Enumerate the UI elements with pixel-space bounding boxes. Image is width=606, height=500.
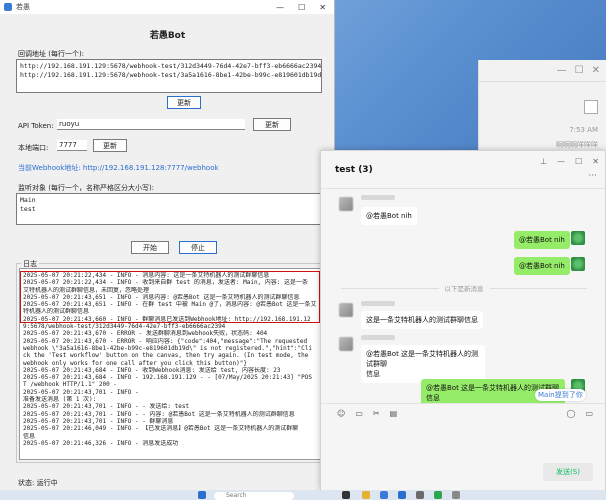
log-line: 信息 (23, 432, 36, 440)
more-options-icon[interactable]: ··· (588, 171, 597, 181)
avatar[interactable] (339, 197, 353, 211)
chat-message[interactable]: @若愚Bot nih (514, 231, 570, 249)
close-icon[interactable]: ✕ (319, 3, 326, 12)
mention-tip[interactable]: Main提到了你 (535, 389, 586, 401)
update-callback-button[interactable]: 更新 (167, 96, 201, 109)
update-port-button[interactable]: 更新 (93, 139, 127, 152)
sender-name (361, 301, 395, 306)
new-messages-divider: 以下是新消息 (341, 283, 587, 293)
background-app-button[interactable] (584, 100, 598, 114)
log-line: webhook \"3a5a1616-8be1-42be-b99c-e81960… (23, 344, 312, 352)
voice-call-icon[interactable]: ◯ (566, 409, 575, 418)
chat-message[interactable]: 这是一条艾特机器人的测试群聊信息 (361, 311, 483, 329)
background-app-snippet: 啊啊啊咩咩咩 (556, 141, 598, 149)
log-line: 2025-05-07 20:21:43,701 - INFO - (23, 388, 139, 396)
close-icon[interactable]: ✕ (592, 65, 600, 76)
monitor-objects-textarea[interactable]: Main test (16, 193, 322, 225)
maximize-icon[interactable]: ☐ (575, 65, 584, 76)
log-line: 2025-05-07 20:21:43,670 - ERROR - 响应内容: … (23, 337, 308, 345)
minimize-icon[interactable]: — (557, 157, 565, 166)
stop-button[interactable]: 停止 (179, 241, 217, 254)
callback-urls-textarea[interactable]: http://192.168.191.129:5678/webhook-test… (16, 59, 322, 93)
monitor-label: 监听对象 (每行一个，名称严格区分大小写): (18, 184, 155, 192)
chat-toolbar: ☺ ▭ ✂ ▤ (337, 409, 397, 418)
chat-history-icon[interactable]: ▤ (390, 409, 398, 418)
emoji-icon[interactable]: ☺ (337, 409, 345, 418)
api-token-input[interactable]: ruoyu (57, 119, 245, 130)
minimize-icon[interactable]: — (276, 3, 284, 12)
chat-message[interactable]: @若愚Bot 这是一条艾特机器人的测试群聊 信息 (361, 345, 485, 383)
log-line: 2025-05-07 20:21:43,684 - INFO - 收到Webho… (23, 366, 281, 374)
taskbar-app-icon[interactable] (398, 491, 406, 499)
start-button[interactable]: 开始 (131, 241, 169, 254)
avatar[interactable] (571, 231, 585, 245)
background-app-titlebar: — ☐ ✕ (479, 60, 606, 82)
taskbar-app-icon[interactable] (342, 491, 350, 499)
avatar[interactable] (339, 303, 353, 317)
update-token-button[interactable]: 更新 (253, 118, 291, 131)
pin-icon[interactable]: ⊥ (540, 157, 547, 166)
port-label: 本地端口: (18, 144, 49, 152)
bot-app-window: 若愚 — ☐ ✕ 若愚Bot 回调地址 (每行一个): http://192.168… (0, 0, 335, 492)
webhook-address-link[interactable]: 当前Webhook地址: http://192.168.191.128:7777… (18, 163, 219, 173)
status-text: 状态: 运行中 (18, 479, 58, 487)
folder-icon[interactable]: ▭ (355, 409, 363, 418)
scissors-icon[interactable]: ✂ (373, 409, 380, 418)
log-line: 9:5678/webhook-test/312d3449-76d4-42e7-b… (23, 323, 226, 331)
log-line: 2025-05-07 20:21:43,701 - INFO - - 发送给: … (23, 403, 190, 411)
taskbar-app-icon[interactable] (380, 491, 388, 499)
callback-label: 回调地址 (每行一个): (18, 50, 85, 58)
log-line: 2025-05-07 20:21:46,049 - INFO - 【已发送消息】… (23, 425, 299, 433)
log-line: 2025-05-07 20:21:43,670 - ERROR - 发送群聊消息… (23, 330, 268, 338)
taskbar (0, 490, 606, 500)
taskbar-search[interactable]: Search (214, 492, 294, 500)
maximize-icon[interactable]: ☐ (298, 3, 305, 12)
maximize-icon[interactable]: ☐ (575, 157, 582, 166)
app-title: 若愚Bot (149, 31, 186, 41)
log-line: 2025-05-07 20:21:46,326 - INFO - 消息发送成功 (23, 439, 179, 447)
chat-toolbar-right: ◯ ▭ (566, 409, 593, 418)
log-line: webhook only works for one call after yo… (23, 359, 247, 367)
log-line: 2025-05-07 20:21:43,701 - INFO - - 内容: @… (23, 410, 295, 418)
chat-title: test (3) (335, 164, 373, 175)
log-line: T /webhook HTTP/1.1" 200 - (23, 381, 117, 389)
sender-name (361, 195, 395, 200)
avatar[interactable] (339, 337, 353, 351)
sender-name (361, 335, 395, 340)
api-token-label: API Token: (18, 122, 54, 130)
taskbar-app-icon[interactable] (452, 491, 460, 499)
log-line: 2025-05-07 20:21:43,701 - INFO - - 群聊消息 (23, 417, 174, 425)
chat-message[interactable]: @若愚Bot nih (514, 257, 570, 275)
log-line: ck the 'Test workflow' button on the can… (23, 352, 309, 360)
chat-header: test (3) ⊥ — ☐ ✕ ··· (321, 151, 605, 189)
log-line: 准备发送消息 (第 1 次): (23, 396, 97, 404)
taskbar-app-icon[interactable] (416, 491, 424, 499)
video-call-icon[interactable]: ▭ (585, 409, 593, 418)
app-window-title: 若愚 (16, 3, 30, 11)
log-line: 2025-05-07 20:21:43,684 - INFO - 192.168… (23, 374, 312, 382)
close-icon[interactable]: ✕ (592, 157, 599, 166)
send-button[interactable]: 发送(S) (543, 463, 593, 481)
group-chat-window: test (3) ⊥ — ☐ ✕ ··· @若愚Bot nih @若愚Bot nih … (320, 150, 606, 490)
file-explorer-icon[interactable] (362, 491, 370, 499)
chat-message[interactable]: @若愚Bot nih (361, 207, 417, 225)
background-chat-app: — ☐ ✕ 7:53 AM 啊啊啊咩咩咩 (478, 60, 606, 152)
start-icon[interactable] (198, 491, 206, 499)
app-icon (4, 3, 12, 11)
app-titlebar: 若愚 — ☐ ✕ (0, 0, 334, 14)
port-input[interactable]: 7777 (57, 140, 87, 151)
avatar[interactable] (571, 257, 585, 271)
log-highlight-box (20, 271, 320, 323)
minimize-icon[interactable]: — (557, 65, 567, 76)
wechat-icon[interactable] (434, 491, 442, 499)
background-app-time: 7:53 AM (569, 126, 598, 134)
